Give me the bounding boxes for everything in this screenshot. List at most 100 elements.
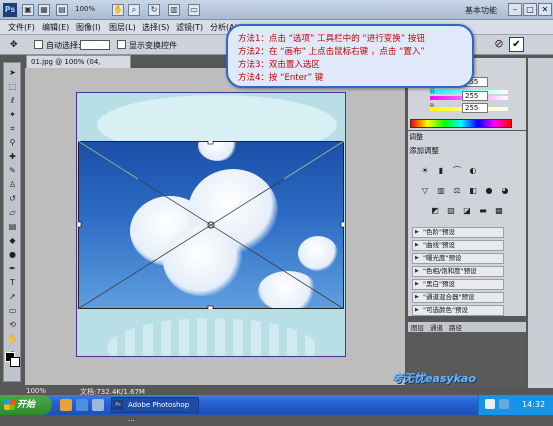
zoom-tool-icon[interactable]: ⌕ bbox=[128, 4, 140, 16]
move-tool-icon[interactable]: ✥ bbox=[10, 40, 18, 50]
arrange-documents-icon[interactable]: ▥ bbox=[168, 4, 180, 16]
eyedropper-icon[interactable]: ⚲ bbox=[6, 137, 19, 148]
adjustments-title: 添加调整 bbox=[409, 146, 439, 155]
curves-icon[interactable]: ⌒ bbox=[452, 166, 462, 176]
preset-levels[interactable]: "色阶"预设 bbox=[412, 227, 504, 238]
brush-tool-icon[interactable]: ✎ bbox=[6, 165, 19, 176]
exposure-icon[interactable]: ◐ bbox=[468, 166, 478, 176]
eraser-icon[interactable]: ▱ bbox=[6, 207, 19, 218]
tray-speaker-icon[interactable] bbox=[485, 399, 495, 409]
clone-stamp-icon[interactable]: ♙ bbox=[6, 179, 19, 190]
dodge-tool-icon[interactable]: ● bbox=[6, 249, 19, 260]
step-1-text: 方法1：点击 “选项” 工具栏中的 “进行变换” 按钮 bbox=[238, 34, 425, 44]
gradient-map-icon[interactable]: ▬ bbox=[478, 206, 488, 216]
shape-tool-icon[interactable]: ▭ bbox=[6, 305, 19, 316]
step-3-text: 方法3：双击置入选区 bbox=[238, 60, 320, 70]
preset-selective-color[interactable]: "可选颜色"预设 bbox=[412, 305, 504, 316]
taskbar: 开始 Adobe Photoshop ... Ps 14:32 bbox=[0, 395, 553, 423]
invert-icon[interactable]: ◩ bbox=[430, 206, 440, 216]
minimize-button[interactable]: – bbox=[508, 3, 522, 16]
mini-bridge-icon[interactable]: ▦ bbox=[38, 4, 50, 16]
preset-black-white[interactable]: "黑白"预设 bbox=[412, 279, 504, 290]
title-bar: Ps ▣ ▦ ▤ 100% ✋ ⌕ ↻ ▥ ▭ 基本功能 – □ ✕ bbox=[0, 0, 553, 20]
tab-layers[interactable]: 图层 bbox=[411, 322, 424, 332]
threshold-icon[interactable]: ◪ bbox=[462, 206, 472, 216]
taskbar-clock: 14:32 bbox=[522, 400, 546, 409]
lasso-tool-icon[interactable]: ℓ bbox=[6, 95, 19, 106]
cancel-transform-button[interactable]: ⊘ bbox=[492, 37, 506, 52]
posterize-icon[interactable]: ▨ bbox=[446, 206, 456, 216]
status-zoom[interactable]: 100% bbox=[26, 387, 46, 395]
screen-mode-icon[interactable]: ▭ bbox=[188, 4, 200, 16]
vibrance-icon[interactable]: ▽ bbox=[420, 186, 430, 196]
close-button[interactable]: ✕ bbox=[538, 3, 552, 16]
show-transform-checkbox[interactable] bbox=[117, 40, 126, 49]
photo-filter-icon[interactable]: ● bbox=[484, 186, 494, 196]
preset-hue-saturation[interactable]: "色相/饱和度"预设 bbox=[412, 266, 504, 277]
type-tool-icon[interactable]: T bbox=[6, 277, 19, 288]
levels-icon[interactable]: ▮ bbox=[436, 166, 446, 176]
tools-panel: ➤ ⬚ ℓ ✦ ⌗ ⚲ ✚ ✎ ♙ ↺ ▱ ▤ ◆ ● ✒ T ➚ ▭ ⟲ ✋ … bbox=[3, 62, 21, 382]
quicklaunch-ie-icon[interactable] bbox=[76, 399, 88, 411]
black-white-icon[interactable]: ◧ bbox=[468, 186, 478, 196]
path-select-icon[interactable]: ➚ bbox=[6, 291, 19, 302]
adjustments-tab[interactable]: 调整 bbox=[409, 132, 423, 142]
auto-select-label: 自动选择: bbox=[46, 41, 81, 50]
move-tool-icon[interactable]: ➤ bbox=[6, 67, 19, 78]
menu-layer[interactable]: 图层(L) bbox=[109, 22, 136, 33]
menu-select[interactable]: 选择(S) bbox=[142, 22, 169, 33]
auto-select-target-dropdown[interactable] bbox=[80, 40, 110, 50]
taskbar-photoshop-button[interactable]: Adobe Photoshop ... bbox=[111, 397, 199, 423]
commit-transform-button[interactable]: ✔ bbox=[509, 37, 524, 52]
windows-logo-icon bbox=[4, 399, 15, 410]
gradient-tool-icon[interactable]: ▤ bbox=[6, 221, 19, 232]
marquee-tool-icon[interactable]: ⬚ bbox=[6, 81, 19, 92]
step-4-text: 方法4：按 “Enter” 键 bbox=[238, 73, 324, 83]
hand-tool-icon[interactable]: ✋ bbox=[6, 333, 19, 344]
green-value-field[interactable]: 255 bbox=[462, 91, 488, 101]
workspace-switcher[interactable]: 基本功能 bbox=[465, 5, 497, 16]
collapsed-panel-strip[interactable] bbox=[528, 58, 553, 388]
tray-network-icon[interactable] bbox=[499, 399, 509, 409]
color-spectrum-bar[interactable] bbox=[410, 119, 512, 128]
auto-select-checkbox[interactable] bbox=[34, 40, 43, 49]
menu-edit[interactable]: 编辑(E) bbox=[42, 22, 69, 33]
background-color-swatch[interactable] bbox=[10, 357, 20, 367]
green-channel-label: G bbox=[430, 88, 435, 95]
preset-channel-mixer[interactable]: "通道混合器"预设 bbox=[412, 292, 504, 303]
hand-tool-icon[interactable]: ✋ bbox=[112, 4, 124, 16]
background-stripes bbox=[107, 318, 317, 356]
step-2-text: 方法2：在 “画布” 上点击鼠标右键 ，点击 “置入” bbox=[238, 47, 425, 57]
free-transform-bounding-box[interactable] bbox=[78, 141, 344, 309]
brightness-contrast-icon[interactable]: ☀ bbox=[420, 166, 430, 176]
maximize-button[interactable]: □ bbox=[523, 3, 537, 16]
preset-exposure[interactable]: "曝光度"预设 bbox=[412, 253, 504, 264]
tab-channels[interactable]: 通道 bbox=[430, 322, 443, 332]
menu-file[interactable]: 文件(F) bbox=[8, 22, 35, 33]
pen-tool-icon[interactable]: ✒ bbox=[6, 263, 19, 274]
healing-brush-icon[interactable]: ✚ bbox=[6, 151, 19, 162]
3d-rotate-icon[interactable]: ⟲ bbox=[6, 319, 19, 330]
quicklaunch-explorer-icon[interactable] bbox=[60, 399, 72, 411]
quicklaunch-desktop-icon[interactable] bbox=[92, 399, 104, 411]
tab-paths[interactable]: 路径 bbox=[449, 322, 462, 332]
history-brush-icon[interactable]: ↺ bbox=[6, 193, 19, 204]
rotate-view-icon[interactable]: ↻ bbox=[148, 4, 160, 16]
document-tab[interactable]: 01.jpg @ 100% (04, RGB/8#) bbox=[26, 55, 131, 78]
layers-panel-tabs: 图层 通道 路径 bbox=[408, 322, 526, 332]
zoom-level-select[interactable]: 100% bbox=[75, 5, 95, 13]
blur-tool-icon[interactable]: ◆ bbox=[6, 235, 19, 246]
bridge-icon[interactable]: ▣ bbox=[22, 4, 34, 16]
blue-value-field[interactable]: 255 bbox=[462, 103, 488, 113]
hue-saturation-icon[interactable]: ▥ bbox=[436, 186, 446, 196]
color-balance-icon[interactable]: ⚖ bbox=[452, 186, 462, 196]
selective-color-icon[interactable]: ▩ bbox=[494, 206, 504, 216]
view-extras-icon[interactable]: ▤ bbox=[56, 4, 68, 16]
preset-curves[interactable]: "曲线"预设 bbox=[412, 240, 504, 251]
watermark-logo: 考无忧easykao bbox=[392, 372, 476, 385]
menu-image[interactable]: 图像(I) bbox=[76, 22, 101, 33]
magic-wand-icon[interactable]: ✦ bbox=[6, 109, 19, 120]
menu-filter[interactable]: 滤镜(T) bbox=[176, 22, 203, 33]
channel-mixer-icon[interactable]: ◕ bbox=[500, 186, 510, 196]
crop-tool-icon[interactable]: ⌗ bbox=[6, 123, 19, 134]
